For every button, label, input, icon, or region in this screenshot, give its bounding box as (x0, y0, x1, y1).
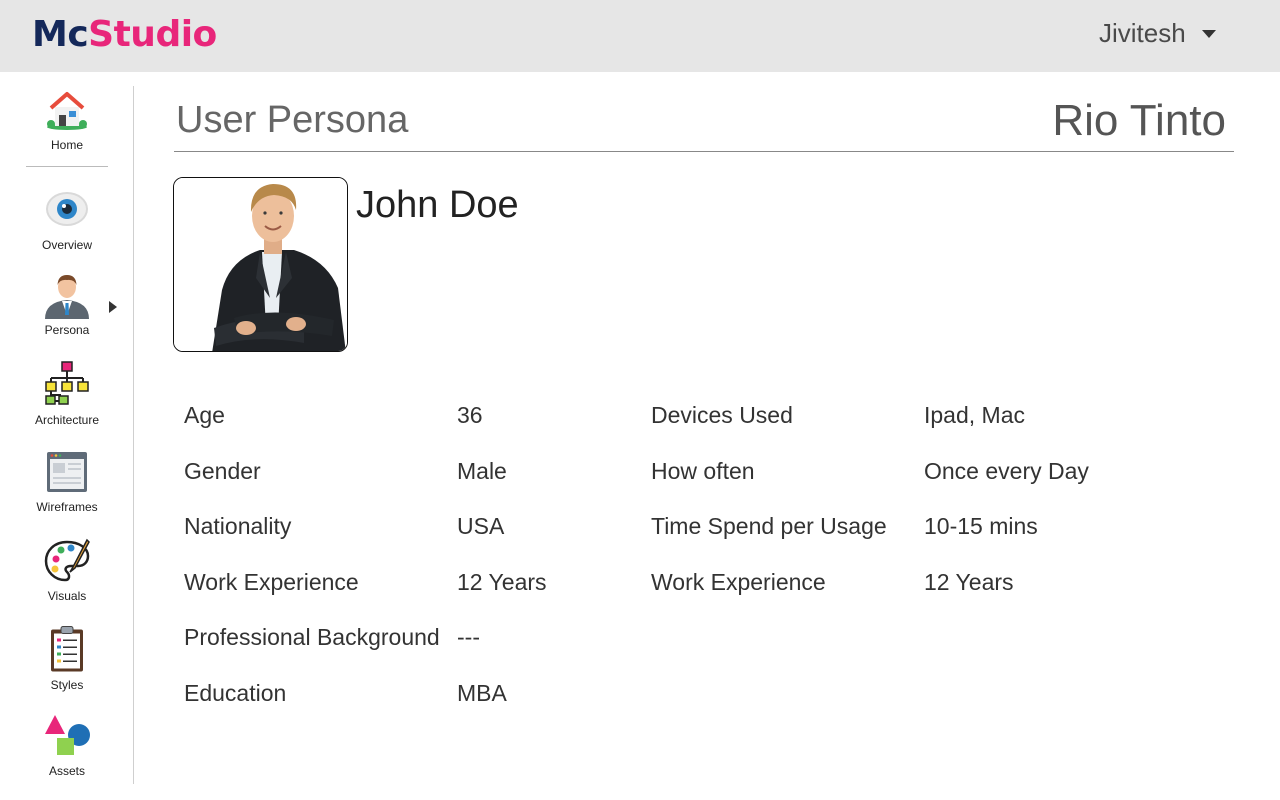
detail-label: Nationality (184, 513, 292, 539)
eye-icon (46, 192, 88, 226)
detail-label: How often (651, 458, 755, 484)
wireframe-icon (47, 452, 87, 492)
sidebar-item-persona[interactable]: Persona (22, 271, 112, 337)
detail-value: MBA (457, 680, 507, 706)
sidebar-item-architecture[interactable]: Architecture (22, 361, 112, 427)
logo-text-studio: Studio (88, 14, 217, 55)
sidebar-item-label: Styles (50, 678, 84, 692)
sidebar-item-label: Visuals (47, 589, 87, 603)
sidebar-item-styles[interactable]: Styles (22, 621, 112, 692)
sitemap-icon (45, 361, 89, 405)
top-bar: McStudio Jivitesh (0, 0, 1280, 72)
detail-label: Devices Used (651, 402, 793, 428)
detail-label: Professional Background (184, 624, 440, 650)
title-divider (174, 151, 1234, 152)
page-title: User Persona (176, 99, 409, 141)
app-logo[interactable]: McStudio (32, 14, 217, 55)
chevron-down-icon[interactable] (1202, 30, 1216, 38)
persona-avatar-image (174, 178, 347, 351)
sidebar-item-home[interactable]: Home (22, 86, 112, 152)
detail-value: 12 Years (457, 569, 547, 595)
sidebar-item-label: Assets (48, 764, 85, 778)
detail-label: Time Spend per Usage (651, 513, 887, 539)
detail-value: 10-15 mins (924, 513, 1038, 539)
clipboard-icon (51, 626, 83, 672)
sidebar-item-label: Wireframes (36, 500, 98, 514)
sidebar-item-label: Persona (44, 323, 90, 337)
sidebar-item-label: Overview (41, 238, 92, 252)
sidebar-divider (133, 86, 134, 784)
sidebar-item-wireframes[interactable]: Wireframes (22, 448, 112, 514)
sidebar-item-label: Architecture (34, 413, 100, 427)
persona-photo (173, 177, 348, 352)
detail-label: Work Experience (651, 569, 826, 595)
detail-value: Male (457, 458, 507, 484)
persona-name: John Doe (356, 184, 519, 226)
person-icon (45, 275, 89, 319)
detail-value: Ipad, Mac (924, 402, 1025, 428)
sidebar-item-overview[interactable]: Overview (22, 186, 112, 252)
detail-value: 36 (457, 402, 483, 428)
sidebar-item-visuals[interactable]: Visuals (22, 537, 112, 603)
user-menu-name[interactable]: Jivitesh (1099, 18, 1186, 49)
sidebar-separator (26, 166, 108, 167)
logo-text-mc: Mc (32, 14, 89, 55)
detail-label: Age (184, 402, 225, 428)
active-arrow-icon (109, 301, 117, 313)
detail-value: --- (457, 624, 480, 650)
detail-value: 12 Years (924, 569, 1014, 595)
detail-label: Work Experience (184, 569, 359, 595)
sidebar-item-assets[interactable]: Assets (22, 712, 112, 778)
home-icon (47, 92, 87, 130)
client-name: Rio Tinto (1052, 96, 1226, 145)
detail-label: Education (184, 680, 287, 706)
detail-label: Gender (184, 458, 261, 484)
detail-value: Once every Day (924, 458, 1089, 484)
detail-value: USA (457, 513, 505, 539)
sidebar-item-label: Home (50, 138, 83, 152)
shapes-icon (45, 715, 90, 755)
palette-icon (44, 538, 90, 582)
